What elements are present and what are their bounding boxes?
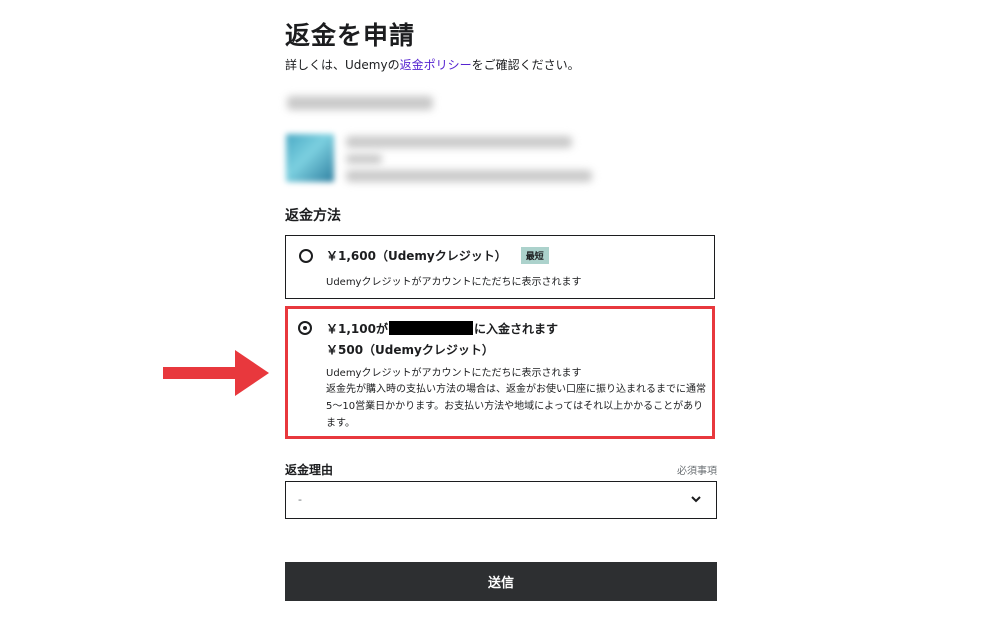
chevron-down-icon <box>691 496 701 503</box>
option-original-description: Udemyクレジットがアカウントにただちに表示されます <box>326 368 582 379</box>
blurred-course-author <box>346 170 592 182</box>
page-title: 返金を申請 <box>285 21 416 50</box>
blurred-course-label <box>287 96 433 110</box>
policy-note-prefix: 詳しくは、Udemyの <box>285 58 400 72</box>
submit-button[interactable]: 送信 <box>285 562 717 601</box>
option-original-amount: ￥1,100が に入金されます <box>326 320 558 337</box>
blurred-course-title-line2 <box>346 154 382 164</box>
policy-note-suffix: をご確認ください。 <box>471 58 580 72</box>
right-arrow-icon <box>163 350 269 396</box>
option-credit-amount: ￥1,600（Udemyクレジット） 最短 <box>326 247 549 264</box>
course-thumbnail <box>286 134 334 182</box>
option-original-credit-amount: ￥500（Udemyクレジット） <box>326 343 494 357</box>
option-original-note: 返金先が購入時の支払い方法の場合は、返金がお使い口座に振り込まれるまでに通常5〜… <box>326 384 706 429</box>
redacted-payment-method <box>388 321 473 335</box>
refund-method-label: 返金方法 <box>285 208 341 224</box>
refund-policy-link[interactable]: 返金ポリシー <box>400 58 472 72</box>
refund-reason-select[interactable]: - <box>285 481 717 519</box>
radio-unselected[interactable] <box>299 249 313 263</box>
option-credit-amount-text: ￥1,600（Udemyクレジット） <box>326 249 507 263</box>
refund-option-credit[interactable]: ￥1,600（Udemyクレジット） 最短 Udemyクレジットがアカウントにただ… <box>285 235 715 299</box>
option-credit-description: Udemyクレジットがアカウントにただちに表示されます <box>326 277 582 288</box>
option-original-amount-prefix: ￥1,100が <box>326 322 388 336</box>
refund-reason-value: - <box>298 493 302 506</box>
fastest-badge: 最短 <box>520 247 549 264</box>
refund-reason-label: 返金理由 <box>285 463 334 477</box>
blurred-course-title <box>346 136 572 148</box>
option-original-amount-suffix: に入金されます <box>473 322 558 336</box>
radio-selected[interactable] <box>298 321 312 335</box>
refund-option-original-payment[interactable]: ￥1,100が に入金されます ￥500（Udemyクレジット） Udemyクレジ… <box>285 306 715 439</box>
required-indicator: 必須事項 <box>677 466 717 477</box>
policy-note: 詳しくは、Udemyの返金ポリシーをご確認ください。 <box>285 56 580 73</box>
